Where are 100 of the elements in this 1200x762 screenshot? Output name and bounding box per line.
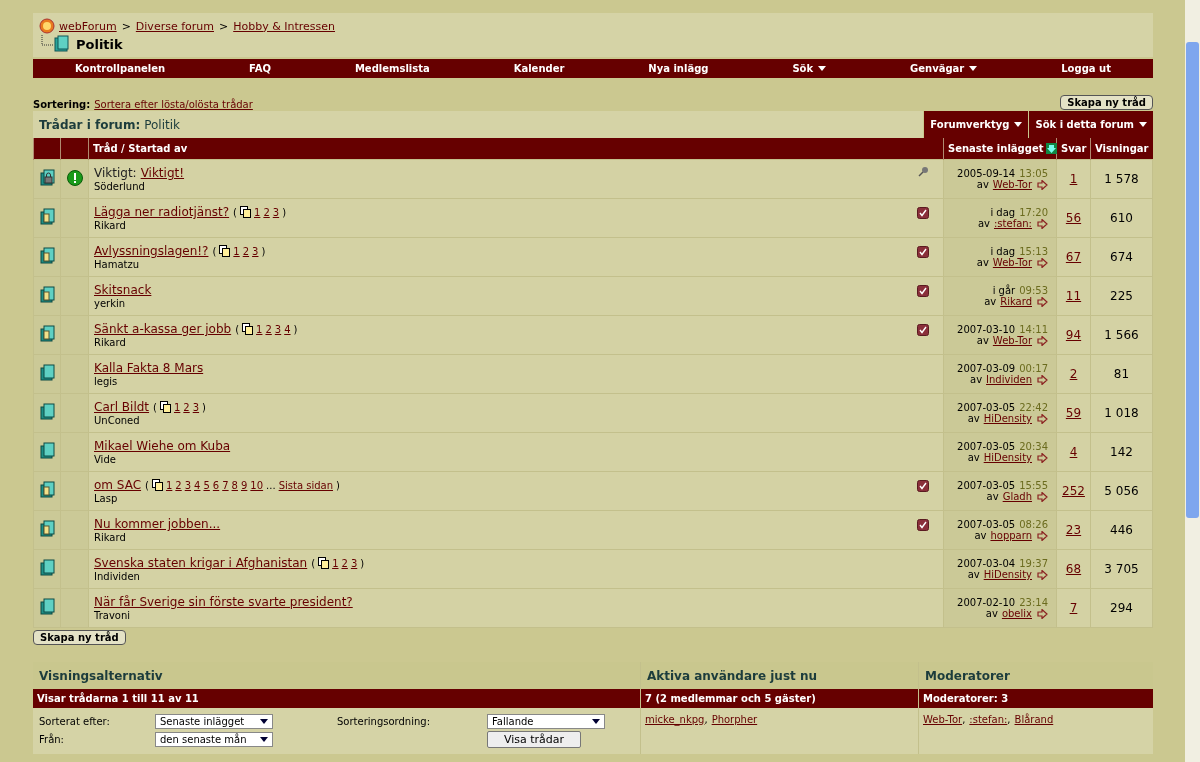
last-poster-link[interactable]: HiDensity [983, 452, 1032, 463]
page-link[interactable]: 2 [263, 206, 270, 218]
replies-link[interactable]: 4 [1069, 445, 1078, 459]
go-to-post-icon[interactable] [1037, 452, 1048, 463]
last-poster-link[interactable]: Web-Tor [992, 257, 1032, 268]
nav-link[interactable]: Kalender [493, 63, 585, 74]
thread-title-link[interactable]: Viktigt! [140, 166, 185, 180]
page-link[interactable]: 3 [184, 479, 192, 491]
nav-link[interactable]: Nya inlägg [628, 63, 729, 74]
page-link[interactable]: 1 [165, 479, 173, 491]
page-link[interactable]: 6 [212, 479, 220, 491]
show-threads-button[interactable]: Visa trådar [487, 731, 581, 748]
page-link[interactable]: 1 [173, 401, 181, 413]
thread-title-link[interactable]: Sänkt a-kassa ger jobb [94, 322, 232, 336]
new-thread-button[interactable]: Skapa ny tråd [1060, 95, 1153, 110]
go-to-post-icon[interactable] [1037, 569, 1048, 580]
go-to-post-icon[interactable] [1037, 491, 1048, 502]
column-header[interactable]: Tråd / Startad av [88, 138, 944, 160]
replies-link[interactable]: 94 [1065, 328, 1082, 342]
page-link[interactable]: 2 [183, 401, 190, 413]
go-to-post-icon[interactable] [1037, 257, 1048, 268]
page-link[interactable]: 10 [250, 479, 264, 491]
page-link[interactable]: 4 [194, 479, 201, 491]
page-link[interactable]: 3 [274, 323, 282, 335]
nav-link[interactable]: Medlemslista [334, 63, 450, 74]
nav-link[interactable]: Logga ut [1041, 63, 1131, 74]
breadcrumb-link[interactable]: webForum [59, 19, 117, 33]
replies-link[interactable]: 23 [1065, 523, 1082, 537]
replies-link[interactable]: 7 [1069, 601, 1078, 615]
thread-title-link[interactable]: Nu kommer jobben... [94, 517, 221, 531]
page-link[interactable]: 3 [252, 245, 259, 257]
page-link[interactable]: 2 [242, 245, 250, 257]
column-header[interactable]: Visningar [1090, 138, 1153, 160]
breadcrumb-link[interactable]: Diverse forum [135, 19, 214, 33]
page-link[interactable]: 3 [192, 401, 200, 413]
thread-title-link[interactable]: Carl Bildt [94, 400, 150, 414]
go-to-post-icon[interactable] [1037, 296, 1048, 307]
last-poster-link[interactable]: Gladh [1002, 491, 1032, 502]
new-thread-button[interactable]: Skapa ny tråd [33, 630, 126, 645]
page-link[interactable]: 3 [272, 206, 280, 218]
go-to-post-icon[interactable] [1037, 335, 1048, 346]
nav-link[interactable]: FAQ [229, 63, 291, 74]
breadcrumb-link[interactable]: Hobby & Intressen [233, 19, 336, 33]
from-dropdown[interactable]: den senaste mån [155, 732, 273, 747]
replies-link[interactable]: 2 [1069, 367, 1078, 381]
last-poster-link[interactable]: Web-Tor [992, 335, 1032, 346]
replies-link[interactable]: 1 [1069, 172, 1078, 186]
tools-menu-button[interactable]: Forumverktyg [923, 111, 1029, 138]
sort-descending-icon[interactable] [1046, 143, 1058, 154]
last-poster-link[interactable]: HiDensity [983, 413, 1032, 424]
thread-title-link[interactable]: Avlyssningslagen!? [94, 244, 209, 258]
page-link[interactable]: 2 [341, 557, 348, 569]
page-link[interactable]: 2 [175, 479, 182, 491]
last-poster-link[interactable]: hopparn [990, 530, 1032, 541]
nav-link[interactable]: Sök [772, 63, 847, 74]
last-poster-link[interactable]: Individen [986, 374, 1032, 385]
thread-title-link[interactable]: Mikael Wiehe om Kuba [94, 439, 231, 453]
page-link[interactable]: 1 [254, 206, 261, 218]
go-to-post-icon[interactable] [1037, 530, 1048, 541]
go-to-post-icon[interactable] [1037, 218, 1048, 229]
page-link[interactable]: 7 [222, 479, 229, 491]
thread-title-link[interactable]: om SAC [94, 478, 142, 492]
last-poster-link[interactable]: HiDensity [983, 569, 1032, 580]
page-link[interactable]: 1 [332, 557, 339, 569]
replies-link[interactable]: 68 [1065, 562, 1082, 576]
last-poster-link[interactable]: Rikard [1000, 296, 1032, 307]
scrollbar[interactable] [1185, 0, 1200, 762]
page-link[interactable]: 8 [231, 479, 238, 491]
thread-title-link[interactable]: Kalla Fakta 8 Mars [94, 361, 204, 375]
thread-title-link[interactable]: Svenska staten krigar i Afghanistan [94, 556, 308, 570]
user-link[interactable]: Phorpher [711, 714, 758, 725]
tools-menu-button[interactable]: Sök i detta forum [1028, 111, 1153, 138]
last-poster-link[interactable]: Web-Tor [992, 179, 1032, 190]
nav-link[interactable]: Genvägar [890, 63, 998, 74]
last-poster-link[interactable]: obelix [1001, 608, 1032, 619]
sort-by-dropdown[interactable]: Senaste inlägget [155, 714, 273, 729]
last-poster-link[interactable]: :stefan: [994, 218, 1032, 229]
column-header[interactable]: Senaste inlägget [943, 138, 1057, 160]
thread-title-link[interactable]: När får Sverige sin förste svarte president? [94, 595, 353, 609]
page-link[interactable]: 1 [233, 245, 240, 257]
moderator-link[interactable]: Web-Tor [923, 714, 963, 725]
moderator-link[interactable]: Blårand [1014, 714, 1054, 725]
page-link[interactable]: 2 [265, 323, 272, 335]
column-header[interactable]: Svar [1056, 138, 1091, 160]
page-link[interactable]: 5 [203, 479, 210, 491]
sort-link[interactable]: Sortera efter lösta/olösta trådar [94, 99, 253, 110]
replies-link[interactable]: 59 [1065, 406, 1082, 420]
page-link[interactable]: 4 [284, 323, 291, 335]
nav-link[interactable]: Kontrollpanelen [54, 63, 186, 74]
page-link[interactable]: 9 [240, 479, 248, 491]
order-dropdown[interactable]: Fallande [487, 714, 605, 729]
replies-link[interactable]: 11 [1065, 289, 1082, 303]
page-link[interactable]: 3 [350, 557, 358, 569]
thread-title-link[interactable]: Lägga ner radiotjänst? [94, 205, 230, 219]
go-to-post-icon[interactable] [1037, 179, 1048, 190]
go-to-post-icon[interactable] [1037, 374, 1048, 385]
page-link[interactable]: 1 [256, 323, 263, 335]
replies-link[interactable]: 67 [1065, 250, 1082, 264]
thread-title-link[interactable]: Skitsnack [94, 283, 152, 297]
last-page-link[interactable]: Sista sidan [278, 479, 333, 491]
